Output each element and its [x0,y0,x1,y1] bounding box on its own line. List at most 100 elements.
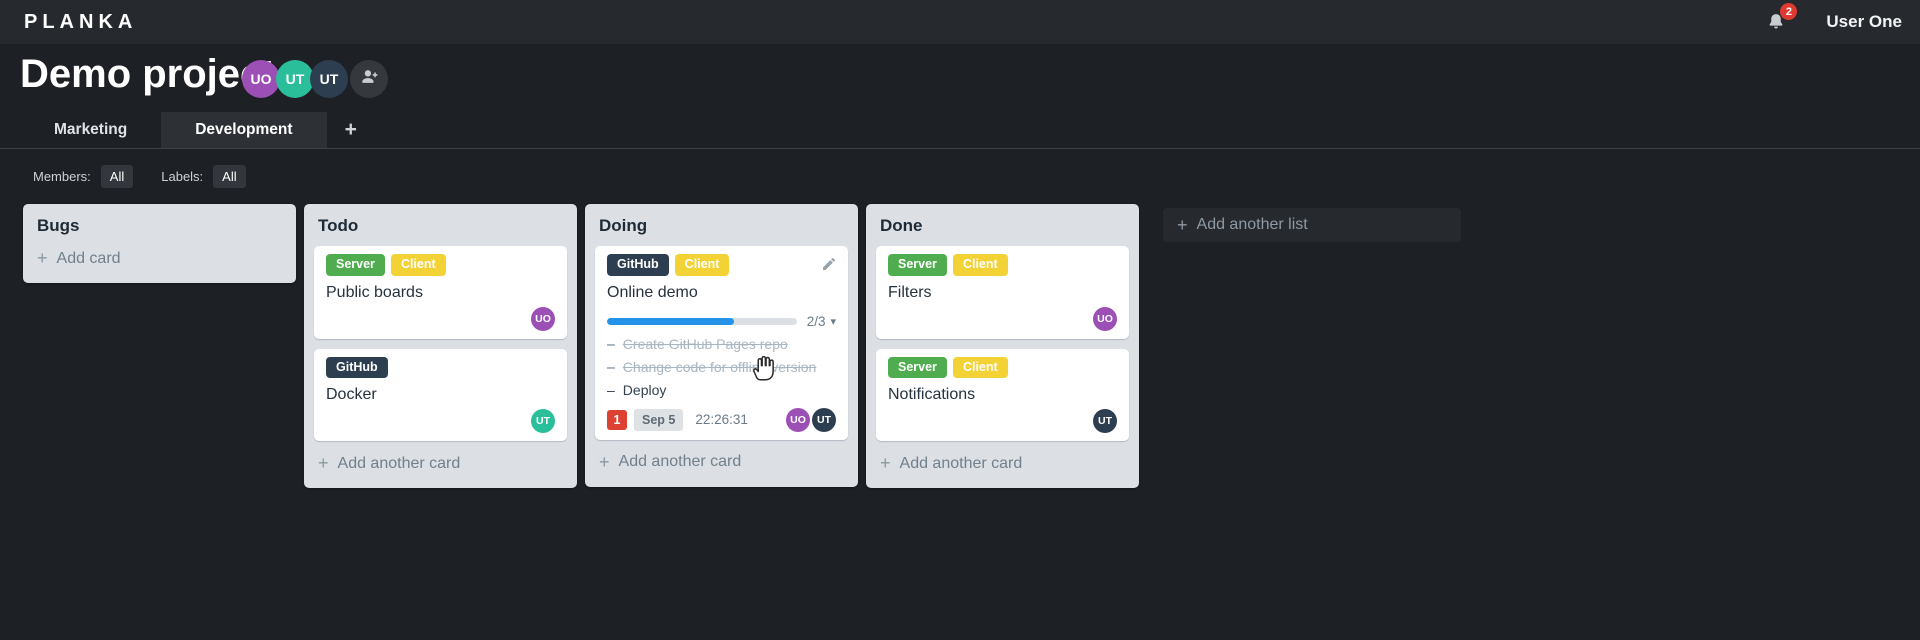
add-card-button[interactable]: + Add another card [878,445,1127,480]
card-title: Docker [326,386,377,404]
card[interactable]: GitHub Client Online demo 2/3 ▾ – Create GitHu… [595,246,848,440]
notifications-button[interactable]: 2 [1764,3,1798,34]
card-labels: Server Client [326,254,555,276]
card-labels: Server Client [888,356,1117,379]
card-member-avatar: UT [812,407,836,432]
kanban-board: Bugs + Add card Todo Server Client Public boar… [23,204,1920,489]
card-notification-badge: 1 [607,409,627,430]
plus-icon: + [1177,214,1188,235]
tab-marketing[interactable]: Marketing [20,112,161,148]
tasks-progress: 2/3 ▾ [607,314,836,329]
card-label: GitHub [607,254,669,276]
project-title[interactable]: Demo project [20,52,276,97]
project-member-avatar[interactable]: UT [310,60,348,98]
notification-count-badge: 2 [1780,3,1798,20]
task-marker-icon: – [607,358,615,375]
timer-badge[interactable]: 22:26:31 [695,412,748,427]
task-text: Deploy [622,381,667,398]
labels-filter-value[interactable]: All [213,165,246,188]
add-board-button[interactable]: + [327,112,375,148]
planka-app: { "icons": { "plus": "+", "caret_down": … [0,0,1920,640]
card-member-avatar: UO [786,407,810,432]
card-member-avatar: UT [531,409,555,434]
card-title: Public boards [326,283,423,301]
card-member-avatar: UT [1093,409,1117,434]
planka-logo[interactable]: PLANKA [24,11,137,34]
card-member-avatar: UO [531,306,555,331]
list: Bugs + Add card [23,204,296,283]
add-card-label: Add another card [899,454,1023,472]
labels-filter-label: Labels: [161,169,204,184]
add-member-button[interactable] [350,60,388,98]
list-title[interactable]: Todo [318,216,563,236]
topbar-right: 2 User One [1764,3,1902,34]
add-card-button[interactable]: + Add another card [316,445,565,480]
add-card-label: Add another card [618,453,742,471]
list: Doing GitHub Client Online demo 2/3 ▾ – Create … [585,204,858,487]
card-member-avatars: UO UT [784,407,836,432]
card-label: Server [326,254,385,276]
task-item: – Create GitHub Pages repo [607,336,836,352]
card-member-avatar: UO [1093,306,1117,331]
members-filter-value[interactable]: All [100,165,134,188]
project-members: UO UT UT [242,60,388,98]
card-badges: 1 Sep 5 22:26:31 UO UT [607,407,836,432]
user-menu[interactable]: User One [1826,12,1902,32]
card[interactable]: GitHub Docker UT [314,348,567,442]
card-labels: GitHub [326,356,555,379]
add-list-button[interactable]: + Add another list [1163,208,1461,242]
plus-icon: + [318,453,329,474]
list: Todo Server Client Public boards UO GitHub Doc… [304,204,577,489]
task-marker-icon: – [607,381,615,398]
card-title: Online demo [607,283,698,301]
list-title[interactable]: Doing [599,216,844,236]
progress-count: 2/3 [806,313,826,329]
add-card-label: Add card [56,249,121,267]
card[interactable]: Server Client Filters UO [876,246,1129,339]
card[interactable]: Server Client Notifications UT [876,348,1129,442]
plus-icon: + [344,118,357,141]
add-card-button[interactable]: + Add card [35,240,284,275]
list: Done Server Client Filters UO Server Client Not… [866,204,1139,489]
card-label: GitHub [326,356,388,379]
card-label: Client [390,254,446,276]
filters-bar: Members: All Labels: All [33,165,246,188]
card-label: Client [952,254,1008,276]
progress-bar-fill [607,317,735,325]
tab-development[interactable]: Development [161,112,327,148]
task-item: – Deploy [607,382,836,398]
card-title: Filters [888,283,932,301]
task-text: Change code for offline version [622,358,817,375]
card-footer: UT [326,409,555,434]
card-label: Server [888,356,947,379]
card-title: Notifications [888,386,976,404]
card-label: Client [674,254,730,276]
due-date-badge[interactable]: Sep 5 [634,408,684,431]
card-footer: UT [888,409,1117,434]
board-tabs: Marketing Development + [0,112,1920,149]
list-title[interactable]: Bugs [37,216,282,236]
card-labels: Server Client [888,254,1117,276]
caret-down-icon[interactable]: ▾ [830,315,836,328]
task-item: – Change code for offline version [607,359,836,375]
card-labels: GitHub Client [607,254,836,276]
task-text: Create GitHub Pages repo [622,335,788,352]
card[interactable]: Server Client Public boards UO [314,246,567,339]
add-list-label: Add another list [1196,216,1308,233]
add-card-button[interactable]: + Add another card [597,444,846,479]
members-filter-label: Members: [33,169,91,184]
card-label: Client [952,356,1008,379]
project-member-avatar[interactable]: UO [242,60,280,98]
task-marker-icon: – [607,335,615,352]
plus-icon: + [880,453,891,474]
edit-card-icon[interactable] [821,256,837,272]
person-add-icon [360,67,379,91]
list-title[interactable]: Done [880,216,1125,236]
plus-icon: + [37,248,48,268]
card-footer: UO [888,306,1117,331]
card-footer: UO [326,306,555,331]
project-member-avatar[interactable]: UT [276,60,314,98]
card-label: Server [888,254,947,276]
plus-icon: + [599,451,610,472]
top-bar: PLANKA 2 User One [0,0,1920,44]
